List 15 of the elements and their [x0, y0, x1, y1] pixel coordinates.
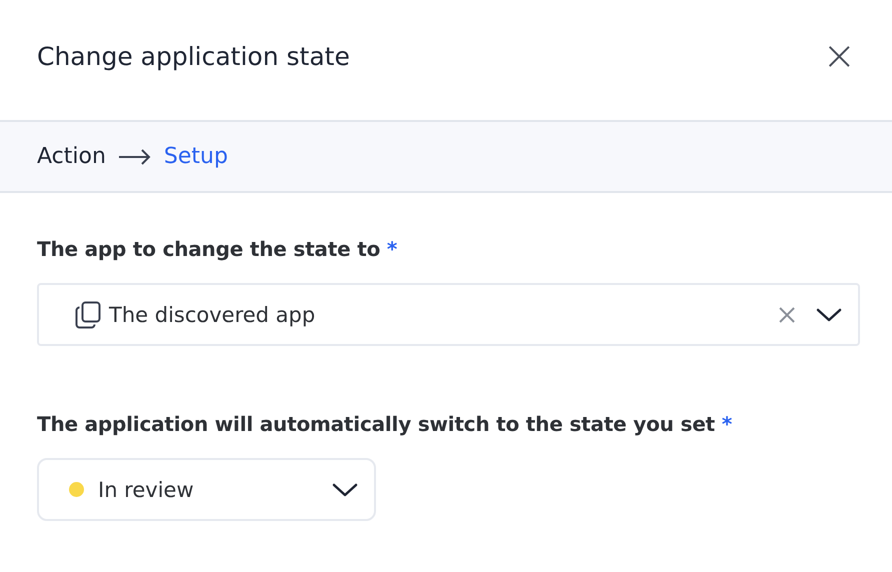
breadcrumb-step[interactable]: Action	[37, 144, 106, 169]
field-label: The app to change the state to *	[37, 237, 398, 261]
select-value: The discovered app	[109, 302, 316, 326]
chevron-down-icon[interactable]	[332, 482, 358, 496]
state-select[interactable]: In review	[37, 458, 376, 521]
clear-icon[interactable]	[778, 306, 796, 324]
arrow-right-icon	[118, 148, 152, 164]
close-button[interactable]: ×	[822, 36, 856, 76]
copy-icon	[75, 300, 101, 328]
field-label: The application will automatically switch to the state you set *	[37, 412, 733, 436]
app-select[interactable]: The discovered app	[37, 283, 860, 346]
select-value: In review	[98, 478, 195, 502]
breadcrumb-step[interactable]: Setup	[164, 144, 228, 169]
chevron-down-icon[interactable]	[816, 308, 842, 322]
dialog-title: Change application state	[37, 42, 350, 70]
